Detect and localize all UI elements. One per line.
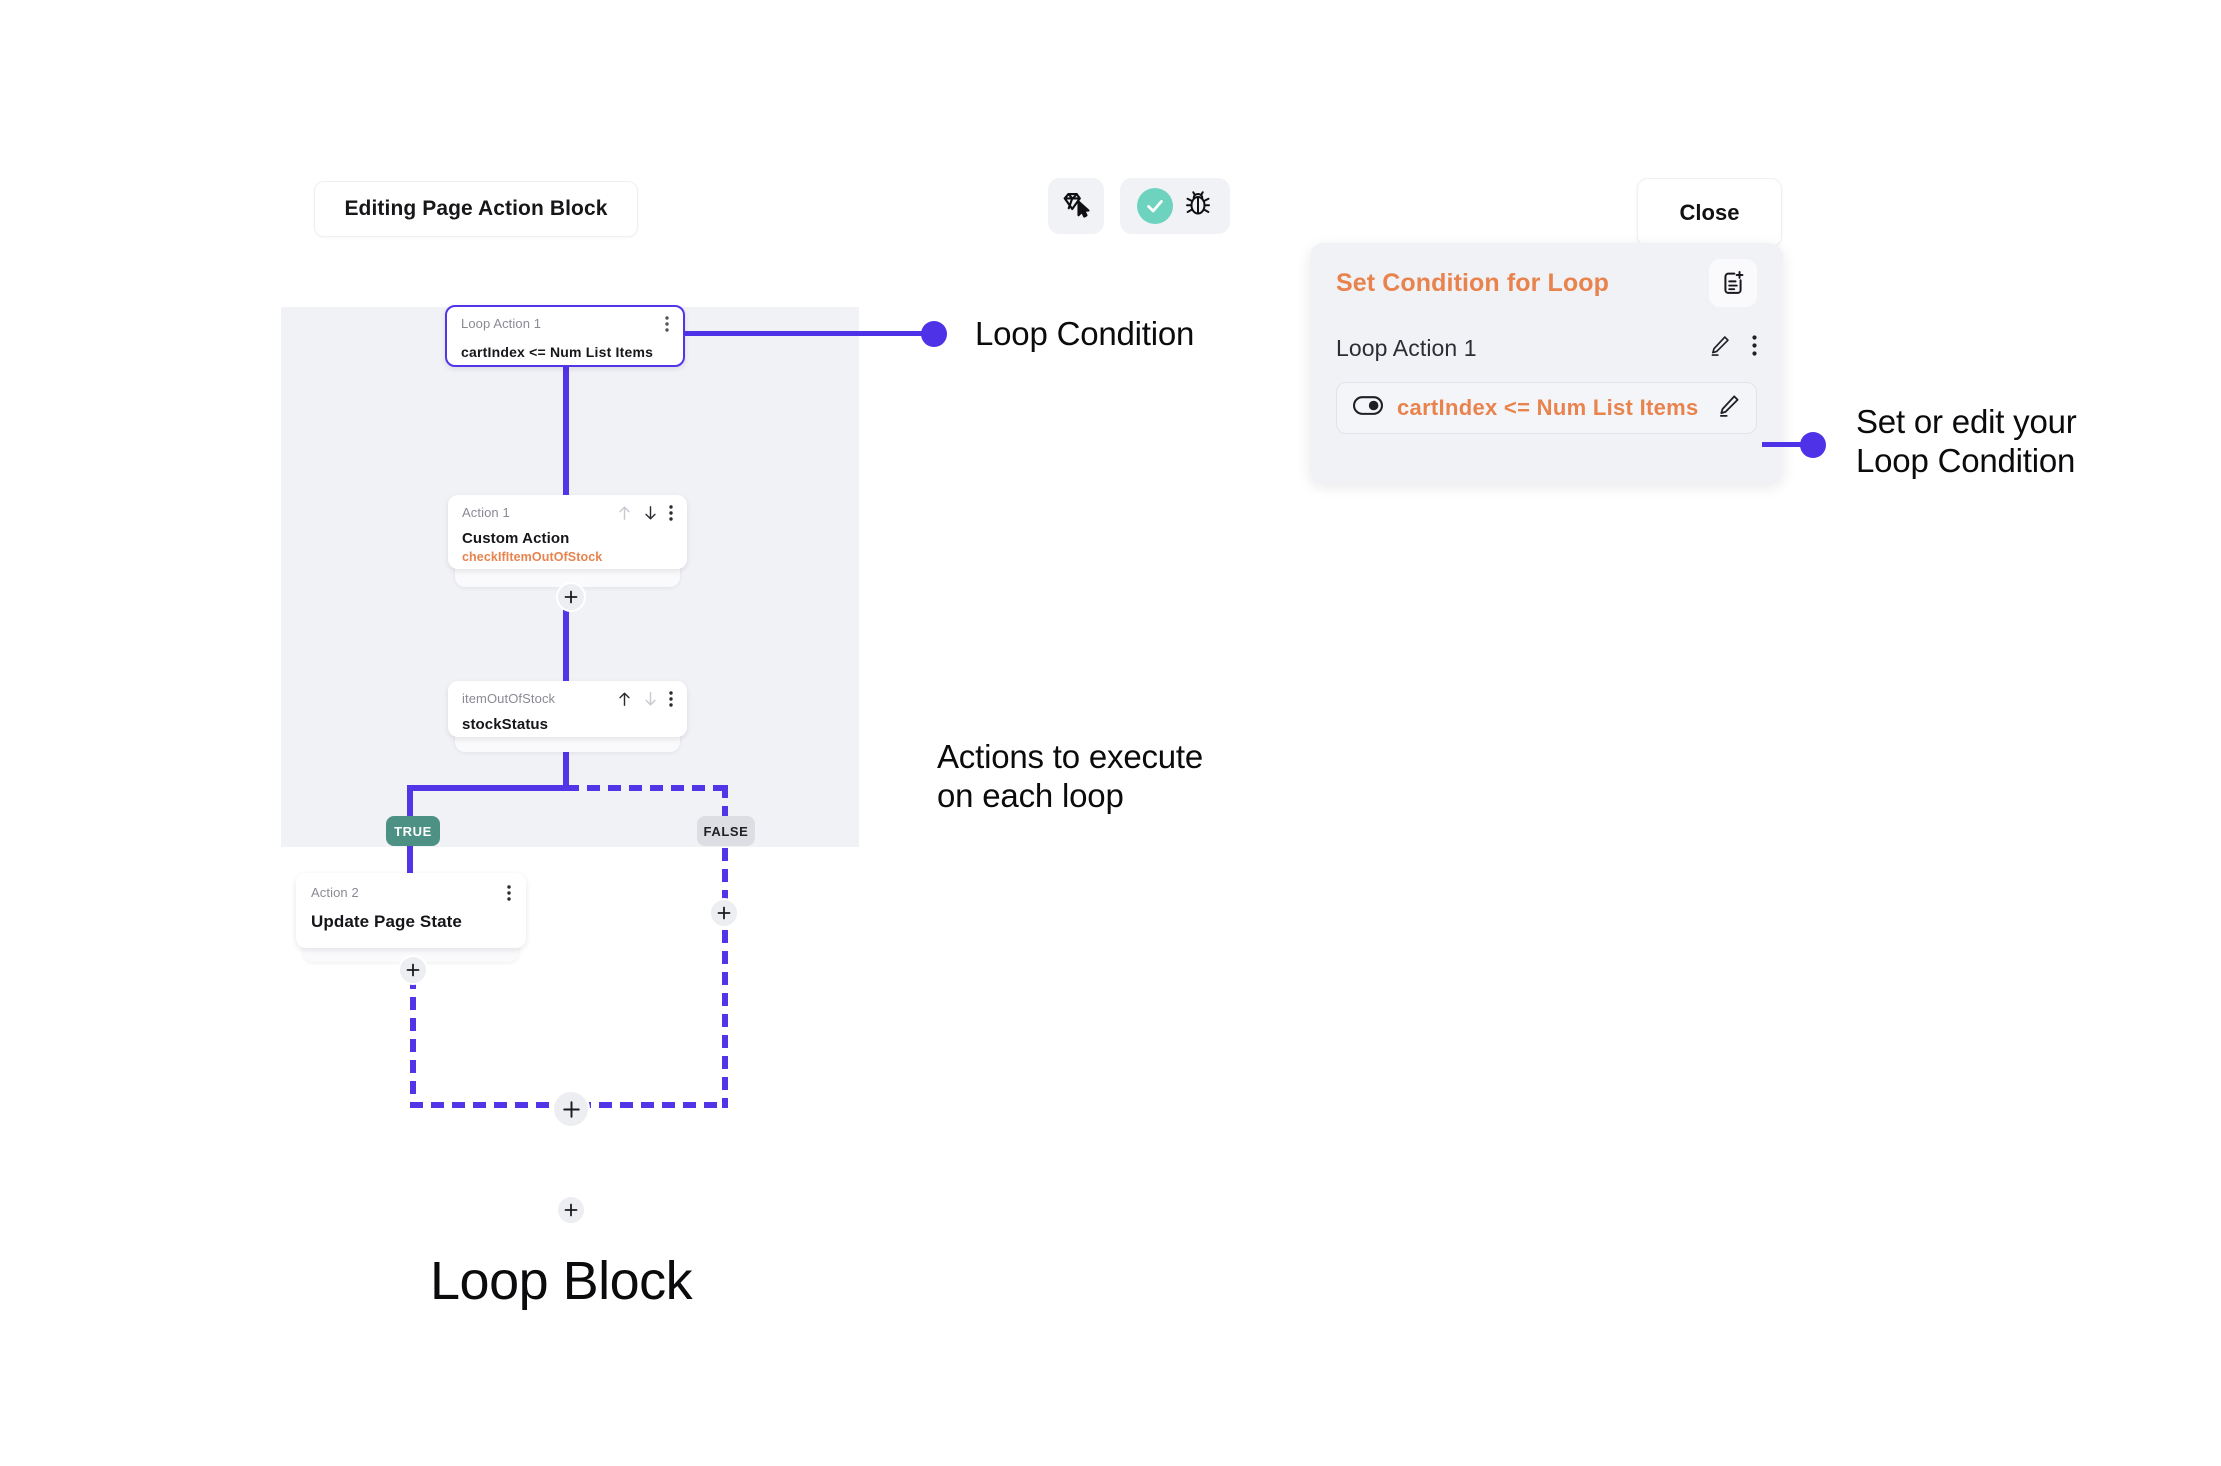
more-vertical-icon[interactable] <box>507 885 511 906</box>
callout-dot <box>1800 432 1826 458</box>
node-action2-sub-label: Action 2 <box>311 885 359 900</box>
bug-icon[interactable] <box>1183 189 1213 224</box>
node-action-2[interactable]: Action 2 Update Page State <box>296 873 526 948</box>
node-stock-sub-label: itemOutOfStock <box>462 691 556 706</box>
add-step-button[interactable] <box>552 1090 590 1128</box>
connector-split-right-dashed <box>566 785 725 791</box>
panel-loop-action-label: Loop Action 1 <box>1336 334 1477 361</box>
loop-block-title: Loop Block <box>430 1251 693 1311</box>
node-action2-title: Update Page State <box>311 912 462 931</box>
check-circle-icon[interactable] <box>1137 188 1173 224</box>
node-action-1[interactable]: Action 1 Custom Action checkIfItemOutOfS… <box>448 495 687 569</box>
node-loop-condition: cartIndex <= Num List Items <box>461 344 654 360</box>
node-action1-title: Custom Action <box>462 530 570 547</box>
callout-leader-line <box>685 331 930 336</box>
add-step-button[interactable] <box>556 1195 586 1225</box>
node-stock-title: stockStatus <box>462 716 549 733</box>
editing-mode-label: Editing Page Action Block <box>344 197 608 220</box>
node-loop-action-1[interactable]: Loop Action 1 cartIndex <= Num List Item… <box>445 305 685 367</box>
node-item-out-of-stock[interactable]: itemOutOfStock stockStatus <box>448 681 687 737</box>
arrow-up-icon[interactable] <box>617 505 632 526</box>
document-add-icon[interactable] <box>1709 259 1757 307</box>
node-loop-sub-label: Loop Action 1 <box>461 316 542 331</box>
panel-loop-action-row[interactable]: Loop Action 1 <box>1336 333 1757 363</box>
callout-actions-each-loop: Actions to execute on each loop <box>937 738 1204 814</box>
callout-loop-condition: Loop Condition <box>975 315 1195 352</box>
add-step-button[interactable] <box>556 582 586 612</box>
connector-split-left <box>407 785 569 791</box>
node-action1-sub-label: Action 1 <box>462 505 510 520</box>
pencil-icon[interactable] <box>1707 333 1732 363</box>
arrow-down-icon[interactable] <box>643 505 658 526</box>
panel-title: Set Condition for Loop <box>1336 269 1609 297</box>
more-vertical-icon[interactable] <box>669 691 673 712</box>
editing-mode-chip: Editing Page Action Block <box>314 181 638 237</box>
pencil-icon[interactable] <box>1715 392 1742 424</box>
connector-false-down-dashed <box>722 785 728 913</box>
node-action1-detail: checkIfItemOutOfStock <box>462 550 603 564</box>
toolbar-group-right <box>1120 178 1230 234</box>
add-step-button[interactable] <box>709 898 739 928</box>
close-button[interactable]: Close <box>1637 178 1782 247</box>
close-button-label: Close <box>1679 199 1740 225</box>
panel-condition-chip[interactable]: cartIndex <= Num List Items <box>1336 382 1757 434</box>
gem-cursor-icon[interactable] <box>1061 189 1091 224</box>
callout-dot <box>921 321 947 347</box>
arrow-down-icon[interactable] <box>643 691 658 712</box>
connector-loop-to-action1 <box>563 362 569 499</box>
connector-false-lower-dashed <box>722 930 728 1108</box>
add-step-button[interactable] <box>398 955 428 985</box>
callout-set-or-edit: Set or edit your Loop Condition <box>1856 403 2077 479</box>
panel-header: Set Condition for Loop <box>1336 259 1757 307</box>
panel-condition-text: cartIndex <= Num List Items <box>1397 395 1699 420</box>
more-vertical-icon[interactable] <box>1752 335 1757 361</box>
toggle-off-icon[interactable] <box>1353 396 1383 420</box>
branch-badge-true: TRUE <box>386 816 440 846</box>
more-vertical-icon[interactable] <box>669 505 673 526</box>
set-condition-panel: Set Condition for Loop Loop Action 1 car… <box>1310 243 1783 483</box>
arrow-up-icon[interactable] <box>617 691 632 712</box>
toolbar-group-left <box>1048 178 1104 234</box>
more-vertical-icon[interactable] <box>665 316 669 337</box>
branch-badge-false: FALSE <box>697 816 755 846</box>
